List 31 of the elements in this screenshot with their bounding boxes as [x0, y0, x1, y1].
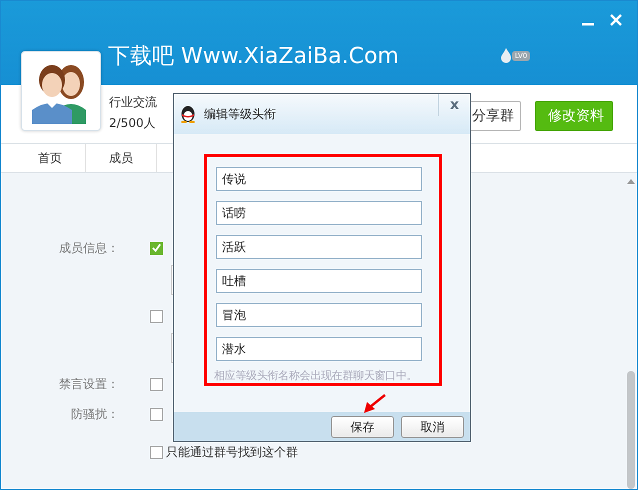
close-button[interactable]: x: [438, 94, 470, 116]
hint-text: 相应等级头衔名称会出现在群聊天窗口中。: [214, 368, 418, 383]
arrow-icon: [362, 394, 386, 414]
dialog-title: 编辑等级头衔: [204, 106, 276, 122]
save-button[interactable]: 保存: [331, 416, 394, 438]
checkbox[interactable]: [150, 378, 163, 390]
group-category: 行业交流: [109, 94, 157, 111]
title-input[interactable]: 冒泡: [216, 303, 422, 327]
setting-label: 禁言设置：: [58, 376, 119, 392]
title-input[interactable]: 吐槽: [216, 269, 422, 293]
tab[interactable]: 成员: [86, 144, 157, 172]
setting-label: 成员信息：: [58, 240, 119, 256]
checkbox[interactable]: [150, 242, 163, 254]
checkbox[interactable]: [150, 408, 163, 420]
title-input[interactable]: 活跃: [216, 235, 422, 259]
scroll-thumb[interactable]: [627, 371, 635, 489]
scroll-up-icon[interactable]: [627, 179, 635, 184]
title-input[interactable]: 话唠: [216, 201, 422, 225]
cancel-button[interactable]: 取消: [401, 416, 464, 438]
group-name: 下载吧 Www.XiaZaiBa.Com: [108, 43, 399, 71]
scrollbar[interactable]: [627, 179, 635, 489]
checkbox[interactable]: [150, 310, 163, 322]
checkbox[interactable]: [150, 446, 163, 458]
title-input[interactable]: 潜水: [216, 337, 422, 361]
setting-label: 防骚扰：: [70, 406, 119, 422]
option-text: 只能通过群号找到这个群: [166, 444, 298, 460]
title-input[interactable]: 传说: [216, 167, 422, 191]
tab[interactable]: 首页: [15, 144, 86, 172]
penguin-icon: [180, 105, 196, 123]
member-count: 2/500人: [109, 115, 157, 132]
close-icon[interactable]: [609, 13, 623, 27]
